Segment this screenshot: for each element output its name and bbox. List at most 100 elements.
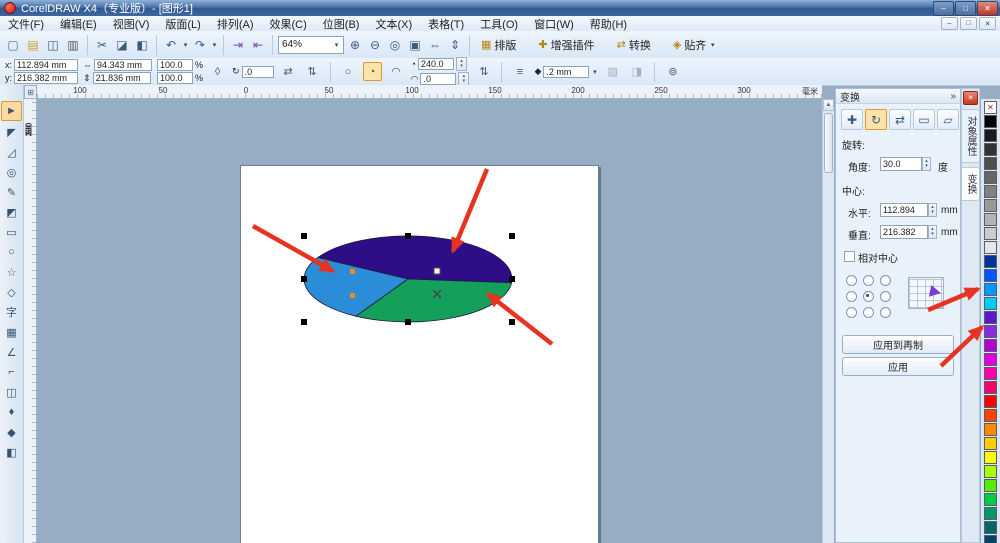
palette-swatch[interactable] <box>984 157 997 170</box>
selection-handle[interactable] <box>405 233 411 239</box>
palette-swatch[interactable] <box>984 381 997 394</box>
import-button[interactable]: ⇥ <box>229 36 247 54</box>
palette-swatch[interactable] <box>984 353 997 366</box>
palette-swatch[interactable] <box>984 451 997 464</box>
tab-transform[interactable]: 变换 <box>961 167 980 201</box>
anchor-radio-bottom[interactable] <box>863 307 874 318</box>
pie-mode-button[interactable]: ◔ <box>362 62 382 81</box>
redo-button[interactable]: ↷ <box>191 36 209 54</box>
doc-close-button[interactable]: ✕ <box>979 17 996 30</box>
anchor-radio-top-left[interactable] <box>846 275 857 286</box>
table-tool[interactable]: ▦ <box>2 323 21 341</box>
palette-swatch[interactable] <box>984 367 997 380</box>
start-angle-spinner[interactable]: ▴ ▾ <box>456 57 468 71</box>
menu-item[interactable]: 文件(F) <box>0 16 52 31</box>
transform-position-button[interactable]: ✚ <box>841 109 863 130</box>
close-button[interactable]: ✕ <box>977 0 998 16</box>
start-angle-field[interactable]: 240.0 <box>418 58 455 70</box>
palette-swatch[interactable] <box>984 311 997 324</box>
palette-swatch[interactable] <box>984 199 997 212</box>
menu-item[interactable]: 窗口(W) <box>526 16 582 31</box>
scrollbar-thumb[interactable] <box>824 113 833 173</box>
print-button[interactable]: ▥ <box>64 36 82 54</box>
no-fill-swatch[interactable]: ✕ <box>984 101 997 114</box>
new-document-button[interactable]: ▢ <box>4 36 22 54</box>
redo-dropdown[interactable]: ▾ <box>211 41 218 49</box>
export-button[interactable]: ⇤ <box>249 36 267 54</box>
fill-tool[interactable]: ◧ <box>2 443 21 461</box>
menu-item[interactable]: 表格(T) <box>420 16 472 31</box>
pie-node-marker[interactable] <box>350 269 355 274</box>
quick-customize-button[interactable]: ⊚ <box>663 62 682 81</box>
ellipse-mode-button[interactable]: ○ <box>339 62 358 81</box>
mirror-horizontal-button[interactable]: ⇄ <box>279 62 298 81</box>
pie-node-marker[interactable] <box>350 293 355 298</box>
blend-tool[interactable]: ◫ <box>2 383 21 401</box>
rectangle-tool[interactable]: ▭ <box>2 223 21 241</box>
palette-swatch[interactable] <box>984 115 997 128</box>
smart-fill-tool[interactable]: ◩ <box>2 203 21 221</box>
arc-mode-button[interactable]: ◠ <box>387 62 406 81</box>
palette-swatch[interactable] <box>984 325 997 338</box>
freehand-tool[interactable]: ✎ <box>2 183 21 201</box>
selection-handle[interactable] <box>509 233 515 239</box>
angle-spinner[interactable]: ▴ ▾ <box>922 157 931 171</box>
menu-item[interactable]: 文本(X) <box>367 16 420 31</box>
ruler-origin-button[interactable]: ⊞ <box>24 85 37 99</box>
palette-swatch[interactable] <box>984 255 997 268</box>
palette-swatch[interactable] <box>984 395 997 408</box>
convert-button[interactable]: ⇄ 转换 <box>611 35 667 55</box>
selection-handle[interactable] <box>405 319 411 325</box>
scale-v-field[interactable]: 100.0 <box>157 72 194 84</box>
palette-swatch[interactable] <box>984 409 997 422</box>
eyedropper-tool[interactable]: ♦ <box>2 403 21 421</box>
to-back-button[interactable]: ◨ <box>627 62 646 81</box>
docker-expand-button[interactable]: » <box>950 91 956 102</box>
horizontal-ruler[interactable]: 100 50 0 50 100 150 200 250 300 毫米 <box>37 85 822 99</box>
basic-shapes-tool[interactable]: ◇ <box>2 283 21 301</box>
selection-handle[interactable] <box>301 319 307 325</box>
object-width-field[interactable]: 94.343 mm <box>94 59 153 71</box>
undo-button[interactable]: ↶ <box>162 36 180 54</box>
open-button[interactable]: ▤ <box>24 36 42 54</box>
zoom-to-page-button[interactable]: ▣ <box>406 36 424 54</box>
palette-swatch[interactable] <box>984 129 997 142</box>
transform-scale-button[interactable]: ⇄ <box>889 109 911 130</box>
palette-swatch[interactable] <box>984 423 997 436</box>
palette-swatch[interactable] <box>984 493 997 506</box>
paste-button[interactable]: ◧ <box>133 36 151 54</box>
horizontal-center-field[interactable]: 112.894 <box>880 203 928 217</box>
wrap-text-button[interactable]: ≡ <box>510 62 529 81</box>
doc-minimize-button[interactable]: – <box>941 17 958 30</box>
outline-pen-tool[interactable]: ◆ <box>2 423 21 441</box>
crop-tool[interactable]: ◿ <box>2 143 21 161</box>
zoom-to-selected-button[interactable]: ◎ <box>386 36 404 54</box>
y-position-field[interactable]: 216.382 mm <box>14 72 79 84</box>
menu-item[interactable]: 位图(B) <box>315 16 368 31</box>
palette-swatch[interactable] <box>984 479 997 492</box>
end-angle-field[interactable]: .0 <box>420 73 457 85</box>
change-direction-button[interactable]: ⇅ <box>474 62 493 81</box>
save-button[interactable]: ◫ <box>44 36 62 54</box>
anchor-radio-center[interactable] <box>863 291 874 302</box>
menu-item[interactable]: 效果(C) <box>262 16 315 31</box>
menu-item[interactable]: 编辑(E) <box>52 16 105 31</box>
plugins-button[interactable]: ✚ 增强插件 <box>532 35 610 55</box>
palette-swatch[interactable] <box>984 521 997 534</box>
snap-button[interactable]: ◈ 贴齐 ▾ <box>667 35 722 55</box>
anchor-radio-bottom-right[interactable] <box>880 307 891 318</box>
vertical-center-field[interactable]: 216.382 <box>880 225 928 239</box>
zoom-out-button[interactable]: ⊖ <box>366 36 384 54</box>
canvas-area[interactable] <box>37 99 822 543</box>
anchor-radio-left[interactable] <box>846 291 857 302</box>
to-front-button[interactable]: ▧ <box>603 62 622 81</box>
palette-swatch[interactable] <box>984 213 997 226</box>
menu-item[interactable]: 帮助(H) <box>582 16 635 31</box>
end-angle-spinner[interactable]: ▴ ▾ <box>458 72 470 86</box>
doc-restore-button[interactable]: □ <box>960 17 977 30</box>
selection-handle[interactable] <box>301 276 307 282</box>
palette-swatch[interactable] <box>984 143 997 156</box>
zoom-in-button[interactable]: ⊕ <box>346 36 364 54</box>
palette-swatch[interactable] <box>984 297 997 310</box>
object-height-field[interactable]: 21.836 mm <box>92 72 151 84</box>
